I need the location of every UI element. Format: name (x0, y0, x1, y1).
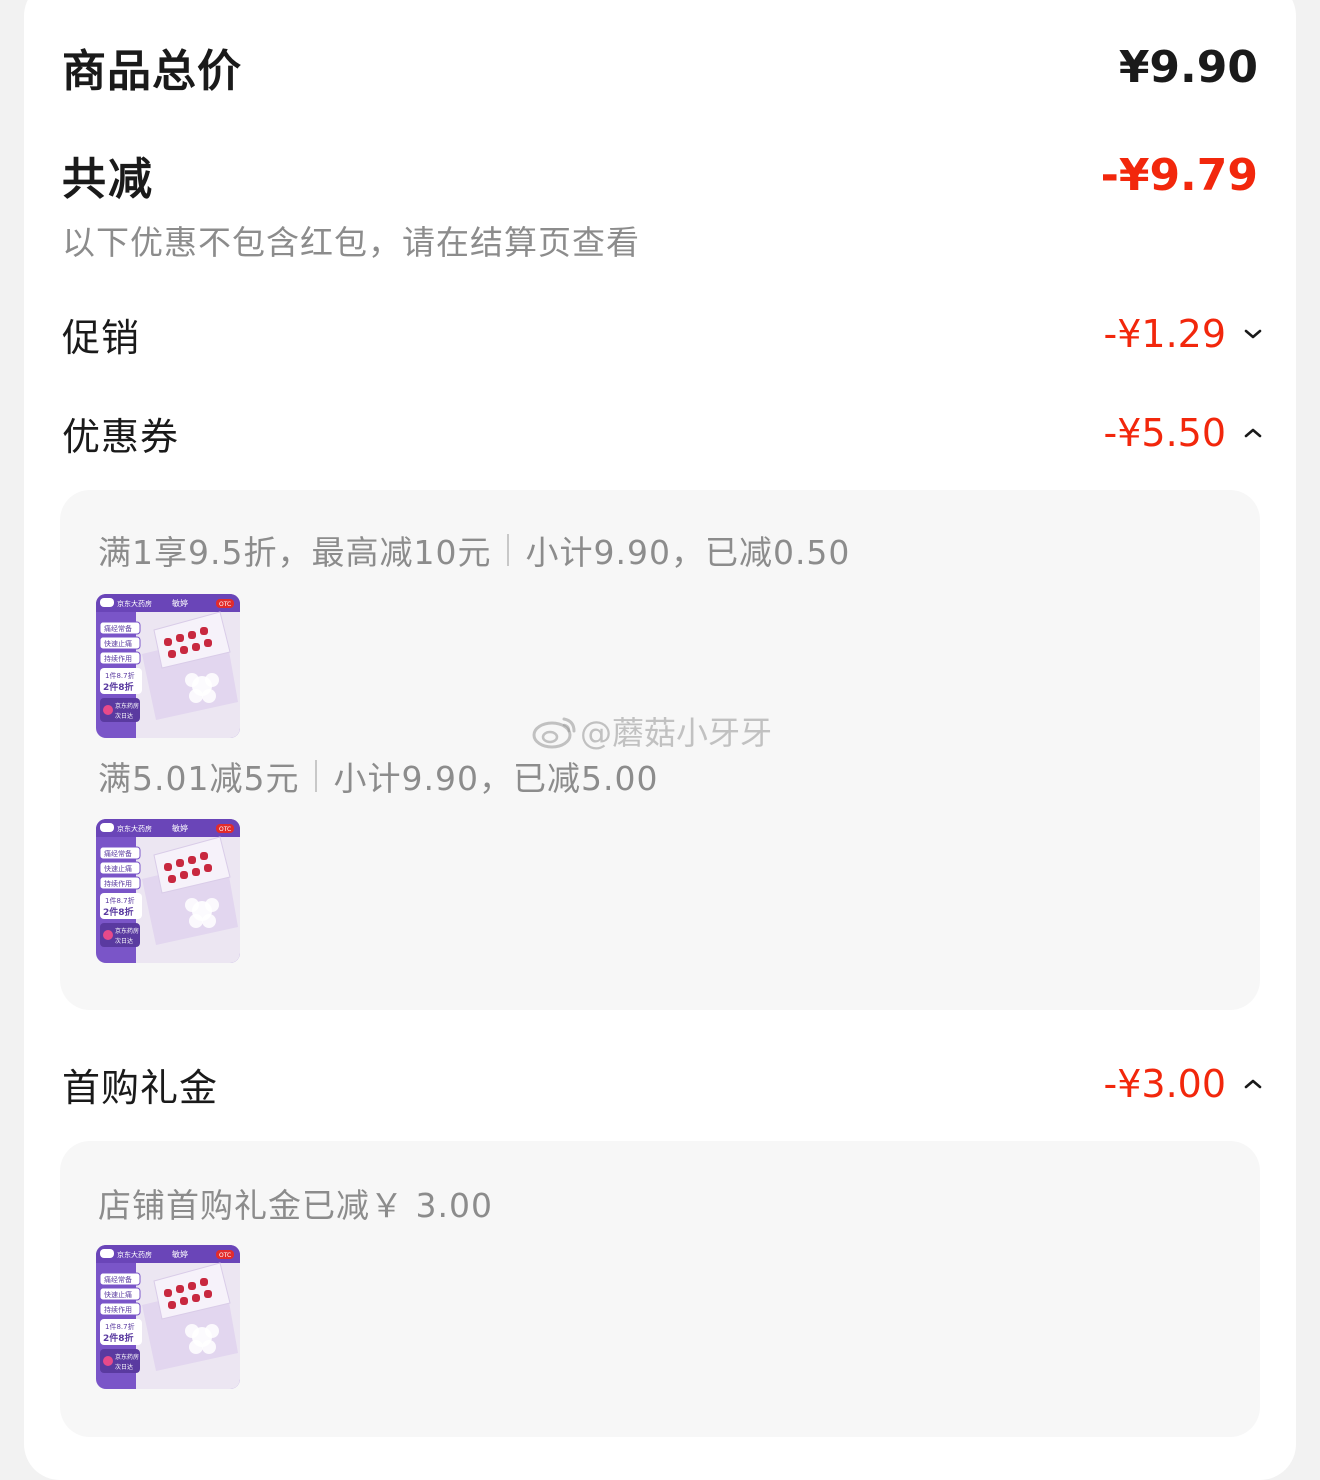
product-image: 京东大药房 敏婷 OTC 痛经常备 快速止痛 持续作用 1件8.7折 2件8折 … (96, 594, 240, 738)
product-badge-line: 京东药房 (115, 1353, 139, 1361)
divider (315, 760, 318, 792)
total-reduction-row: 共减 -¥9.79 (62, 142, 1258, 208)
product-price-line: 2件8折 (103, 906, 134, 918)
first-purchase-amount: -¥3.00 (1103, 1062, 1227, 1106)
watermark: @蘑菇小牙牙 (530, 708, 772, 754)
product-price-line: 1件8.7折 (105, 1322, 135, 1331)
reduction-note: 以下优惠不包含红包，请在结算页查看 (62, 223, 640, 262)
weibo-icon (532, 717, 576, 749)
first-purchase-detail-line: 店铺首购礼金已减￥ 3.00 (98, 1179, 493, 1227)
product-price-line: 2件8折 (103, 681, 134, 693)
coupon-row[interactable]: 优惠券 -¥5.50 (62, 403, 1268, 463)
product-thumbnail[interactable]: 京东大药房 敏婷 OTC 痛经常备 快速止痛 持续作用 1件8.7折 2件8折 … (96, 1245, 240, 1389)
otc-badge: OTC (219, 601, 231, 608)
product-tag: 快速止痛 (104, 1290, 132, 1299)
product-tag: 快速止痛 (104, 864, 132, 873)
product-tag: 痛经常备 (104, 624, 132, 633)
product-thumbnail[interactable]: 京东大药房 敏婷 OTC 痛经常备 快速止痛 持续作用 1件8.7折 2件8折 … (96, 819, 240, 963)
chevron-up-icon[interactable] (1238, 1069, 1268, 1099)
product-name: 敏婷 (172, 598, 188, 608)
coupon-subtotal: 小计9.90，已减5.00 (333, 759, 659, 798)
chevron-up-icon[interactable] (1238, 418, 1268, 448)
product-price-line: 1件8.7折 (105, 896, 135, 905)
product-brand: 京东大药房 (117, 1250, 152, 1259)
coupon-subtotal: 小计9.90，已减0.50 (525, 533, 851, 572)
coupon-amount: -¥5.50 (1103, 411, 1227, 455)
coupon-rule: 满1享9.5折，最高减10元 (98, 533, 492, 572)
total-price-value: ¥9.90 (1118, 41, 1258, 93)
product-tag: 快速止痛 (104, 639, 132, 648)
product-badge-line: 京东药房 (115, 702, 139, 710)
total-price-label: 商品总价 (62, 46, 242, 97)
product-price-line: 1件8.7折 (105, 671, 135, 680)
total-reduction-value: -¥9.79 (1100, 149, 1258, 201)
first-purchase-detail-panel: 店铺首购礼金已减￥ 3.00 京东大药房 敏婷 OTC 痛经常备 快速止痛 持续… (60, 1141, 1260, 1437)
total-reduction-label: 共减 (62, 154, 154, 205)
product-badge-line: 京东药房 (115, 927, 139, 935)
product-thumbnail[interactable]: 京东大药房 敏婷 OTC 痛经常备 快速止痛 持续作用 1件8.7折 2件8折 … (96, 594, 240, 738)
product-tag: 持续作用 (104, 879, 132, 888)
otc-badge: OTC (219, 1252, 231, 1259)
product-tag: 痛经常备 (104, 1275, 132, 1284)
product-tag: 持续作用 (104, 1305, 132, 1314)
promotion-label: 促销 (62, 315, 141, 360)
product-name: 敏婷 (172, 1249, 188, 1259)
chevron-down-icon[interactable] (1238, 319, 1268, 349)
product-brand: 京东大药房 (117, 599, 152, 608)
watermark-text: @蘑菇小牙牙 (580, 714, 773, 752)
first-purchase-row[interactable]: 首购礼金 -¥3.00 (62, 1054, 1268, 1114)
product-badge-line: 次日达 (115, 1363, 133, 1371)
product-tag: 持续作用 (104, 654, 132, 663)
product-badge-line: 次日达 (115, 937, 133, 945)
product-tag: 痛经常备 (104, 849, 132, 858)
product-price-line: 2件8折 (103, 1332, 134, 1344)
product-brand: 京东大药房 (117, 824, 152, 833)
otc-badge: OTC (219, 826, 231, 833)
promotion-row[interactable]: 促销 -¥1.29 (62, 304, 1268, 364)
product-image: 京东大药房 敏婷 OTC 痛经常备 快速止痛 持续作用 1件8.7折 2件8折 … (96, 1245, 240, 1389)
coupon-detail-line: 满1享9.5折，最高减10元 小计9.90，已减0.50 (98, 526, 850, 574)
divider (507, 534, 510, 566)
product-image: 京东大药房 敏婷 OTC 痛经常备 快速止痛 持续作用 1件8.7折 2件8折 … (96, 819, 240, 963)
promotion-amount: -¥1.29 (1103, 312, 1227, 356)
first-purchase-label: 首购礼金 (62, 1065, 219, 1110)
coupon-rule: 满5.01减5元 (98, 759, 300, 798)
product-badge-line: 次日达 (115, 712, 133, 720)
total-price-row: 商品总价 ¥9.90 (62, 34, 1258, 100)
coupon-detail-line: 满5.01减5元 小计9.90，已减5.00 (98, 752, 658, 800)
product-name: 敏婷 (172, 823, 188, 833)
first-purchase-rule: 店铺首购礼金已减￥ 3.00 (98, 1186, 493, 1225)
coupon-label: 优惠券 (62, 414, 180, 459)
